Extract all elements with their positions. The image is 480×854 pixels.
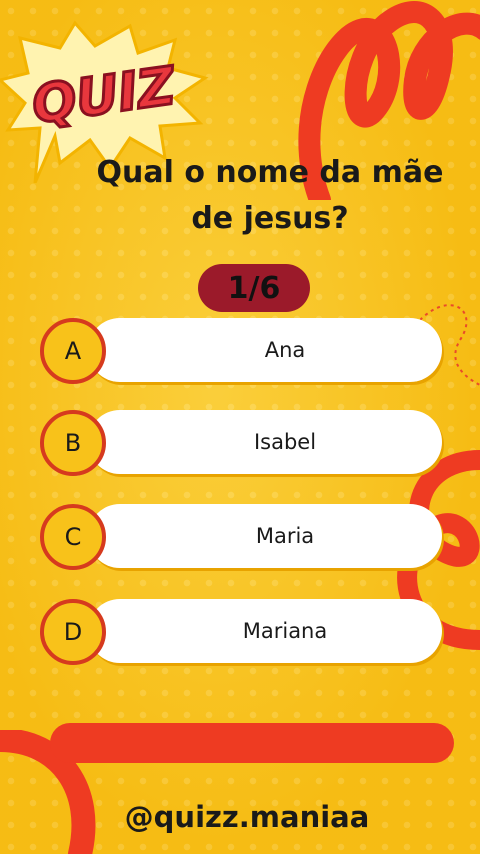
option-a-text: Ana: [264, 338, 306, 362]
option-d-bar[interactable]: Mariana: [88, 599, 442, 663]
question-counter-badge: 1/6: [198, 264, 310, 312]
option-d-letter-badge: D: [40, 599, 106, 665]
option-a-letter: A: [64, 337, 82, 365]
option-c-text: Maria: [255, 524, 315, 548]
option-b-text: Isabel: [253, 430, 317, 454]
option-d-text: Mariana: [242, 619, 328, 643]
option-a-letter-badge: A: [40, 318, 106, 384]
question-counter-text: 1/6: [227, 270, 281, 306]
option-c-bar[interactable]: Maria: [88, 504, 442, 568]
option-b-bar[interactable]: Isabel: [88, 410, 442, 474]
option-b-letter: B: [64, 429, 82, 457]
option-c-letter-badge: C: [40, 504, 106, 570]
timer-progress-bar: [50, 723, 454, 763]
option-a-bar[interactable]: Ana: [88, 318, 442, 382]
option-d-letter: D: [63, 618, 83, 646]
option-c[interactable]: Maria C: [40, 504, 442, 570]
option-d[interactable]: Mariana D: [40, 599, 442, 665]
option-b-letter-badge: B: [40, 410, 106, 476]
option-a[interactable]: Ana A: [40, 318, 442, 384]
option-c-letter: C: [64, 523, 82, 551]
social-handle: @quizz.maniaa: [124, 800, 370, 834]
question-text: Qual o nome da mãe de jesus?: [96, 155, 444, 236]
option-b[interactable]: Isabel B: [40, 410, 442, 476]
